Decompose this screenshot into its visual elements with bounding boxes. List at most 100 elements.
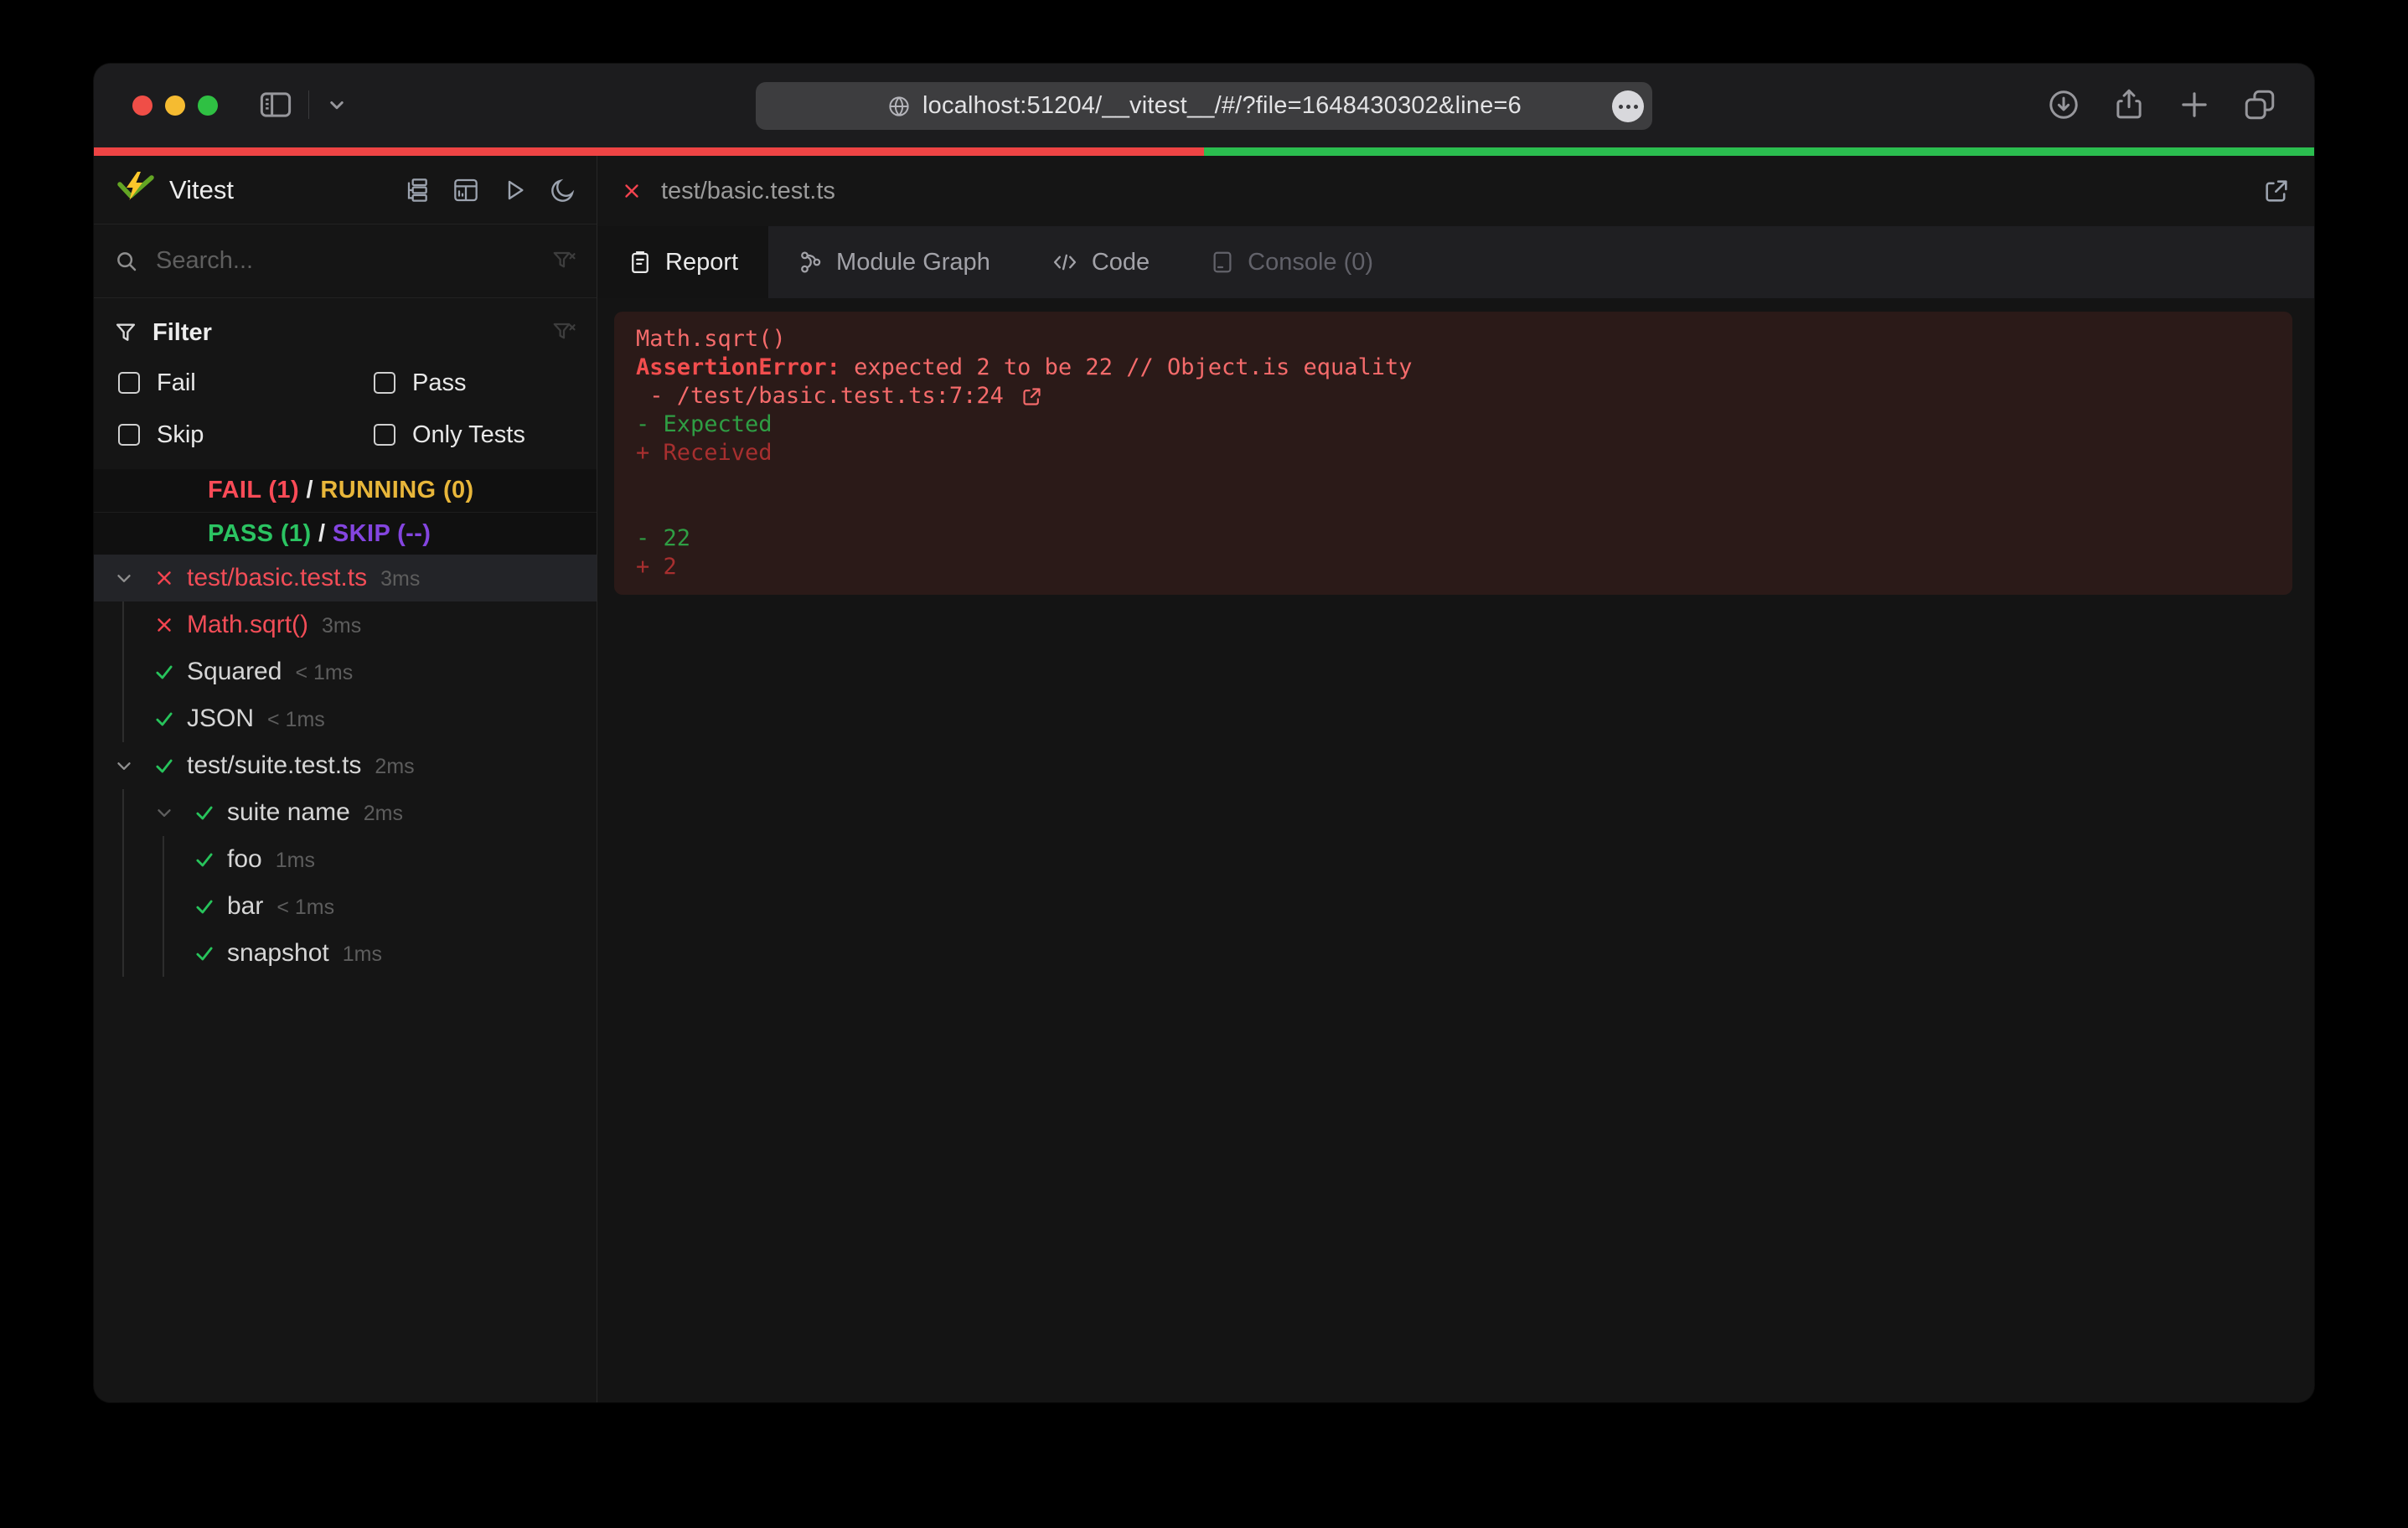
test-duration: 2ms [364, 802, 403, 825]
filter-option-label: Fail [157, 369, 196, 397]
summary-plain: / [299, 477, 320, 504]
more-options-icon[interactable] [1612, 90, 1644, 122]
report-text: + 2 [636, 553, 677, 581]
tab-console-0[interactable]: Console (0) [1180, 226, 1403, 298]
tree-indent-guide [122, 930, 124, 977]
test-duration: 3ms [380, 567, 420, 591]
download-icon[interactable] [2046, 87, 2081, 122]
tree-indent-guide [122, 648, 124, 695]
test-name: Math.sqrt()3ms [187, 611, 361, 639]
test-tree-row[interactable]: foo1ms [94, 836, 597, 883]
filter-option-label: Skip [157, 421, 204, 449]
search-icon [114, 249, 139, 274]
tab-label: Report [665, 249, 738, 276]
check-icon [194, 849, 215, 870]
close-window-button[interactable] [132, 96, 152, 116]
check-icon [153, 708, 175, 730]
test-tree-row[interactable]: JSON< 1ms [94, 695, 597, 742]
app-title: Vitest [169, 175, 404, 205]
sidebar-header: Vitest [94, 156, 597, 225]
test-tree-row[interactable]: test/suite.test.ts2ms [94, 742, 597, 789]
x-icon [153, 567, 175, 589]
tree-view-icon[interactable] [404, 177, 431, 204]
browser-window: localhost:51204/__vitest__/#/?file=16484… [94, 64, 2314, 1402]
module-graph-icon [798, 250, 824, 275]
filter-checkbox-only-tests[interactable]: Only Tests [345, 409, 576, 461]
zoom-window-button[interactable] [198, 96, 218, 116]
checkbox-icon[interactable] [118, 372, 140, 394]
tabs-overview-icon[interactable] [2242, 87, 2277, 122]
test-duration: < 1ms [295, 661, 353, 684]
tree-indent-guide [122, 836, 124, 883]
test-name: JSON< 1ms [187, 705, 325, 733]
main-panel: test/basic.test.ts Report Module Graph Cod… [597, 156, 2314, 1402]
report-line: - /test/basic.test.ts:7:24 [636, 382, 2271, 410]
progress-fail-segment [94, 147, 1204, 156]
tab-report[interactable]: Report [597, 226, 768, 298]
clipboard-icon [628, 250, 653, 275]
minimize-window-button[interactable] [165, 96, 185, 116]
filter-clear-icon[interactable] [551, 249, 576, 274]
test-name: snapshot1ms [227, 939, 382, 968]
tab-label: Console (0) [1248, 249, 1373, 276]
sidebar-toggle-icon[interactable] [258, 87, 293, 122]
report-line: + Received [636, 439, 2271, 467]
address-bar[interactable]: localhost:51204/__vitest__/#/?file=16484… [756, 82, 1652, 130]
chevron-down-icon[interactable] [324, 92, 349, 117]
tab-label: Code [1092, 249, 1150, 276]
filter-title: Filter [152, 319, 551, 347]
external-link-icon[interactable] [2262, 177, 2291, 205]
filter-checkbox-fail[interactable]: Fail [114, 357, 345, 409]
report-line: + 2 [636, 553, 2271, 581]
new-tab-icon[interactable] [2177, 87, 2212, 122]
funnel-icon [114, 321, 137, 344]
checkbox-icon[interactable] [374, 372, 395, 394]
check-icon [153, 661, 175, 683]
filter-option-label: Only Tests [412, 421, 525, 449]
test-duration: 1ms [276, 849, 315, 872]
close-icon[interactable] [621, 180, 643, 202]
report-text: - /test/basic.test.ts:7:24 [636, 382, 1017, 410]
dashboard-icon[interactable] [452, 177, 479, 204]
checkbox-icon[interactable] [374, 424, 395, 446]
filter-checkbox-pass[interactable]: Pass [345, 357, 576, 409]
test-name: bar< 1ms [227, 892, 334, 921]
check-icon [194, 942, 215, 964]
chevron-down-icon[interactable] [113, 755, 135, 777]
report-line [636, 496, 2271, 524]
external-link-icon[interactable] [1021, 385, 1043, 408]
open-file-name: test/basic.test.ts [661, 178, 2262, 205]
test-tree-row[interactable]: bar< 1ms [94, 883, 597, 930]
filter-checkbox-skip[interactable]: Skip [114, 409, 345, 461]
test-duration: 2ms [375, 755, 414, 778]
test-tree-row[interactable]: suite name2ms [94, 789, 597, 836]
sidebar: Vitest [94, 156, 597, 1402]
test-tree-row[interactable]: test/basic.test.ts3ms [94, 555, 597, 601]
report-text: - 22 [636, 524, 690, 553]
report-line: - Expected [636, 410, 2271, 439]
filter-clear-icon[interactable] [551, 320, 576, 345]
dark-mode-icon[interactable] [550, 177, 576, 204]
report-text: AssertionError: [636, 354, 854, 382]
search-input[interactable] [156, 247, 551, 275]
check-icon [194, 896, 215, 917]
run-icon[interactable] [501, 177, 528, 204]
tab-code[interactable]: Code [1021, 226, 1180, 298]
chevron-down-icon[interactable] [153, 802, 175, 823]
test-tree-row[interactable]: snapshot1ms [94, 930, 597, 977]
code-icon [1051, 250, 1079, 275]
summary-line: FAIL (1) / RUNNING (0) [94, 469, 597, 512]
chevron-down-icon[interactable] [113, 567, 135, 589]
test-tree-row[interactable]: Math.sqrt()3ms [94, 601, 597, 648]
toolbar-divider [308, 90, 309, 119]
tree-indent-guide [163, 836, 164, 883]
report-text: expected 2 to be 22 // Object.is equalit… [854, 354, 1412, 382]
test-summary: FAIL (1) / RUNNING (0)PASS (1) / SKIP (-… [94, 469, 597, 555]
checkbox-icon[interactable] [118, 424, 140, 446]
filter-option-label: Pass [412, 369, 466, 397]
share-icon[interactable] [2111, 87, 2147, 122]
test-tree-row[interactable]: Squared< 1ms [94, 648, 597, 695]
tab-module-graph[interactable]: Module Graph [768, 226, 1021, 298]
globe-icon [886, 94, 912, 119]
test-duration: < 1ms [267, 708, 325, 731]
